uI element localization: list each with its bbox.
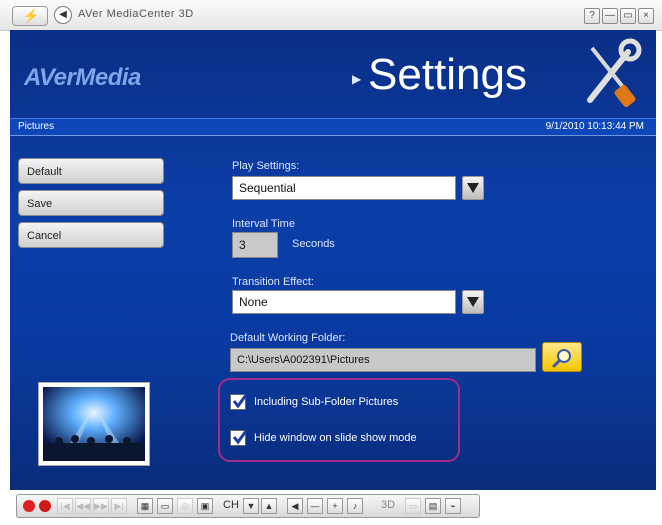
control-bar: |◀ ◀◀ ▶▶ ▶| ▦ ▭ ◎ ▣ CH ▼ ▲ ◀ — + ♪ 3D ▭ … — [10, 490, 656, 525]
back-button[interactable]: ◀ — [54, 6, 72, 24]
volume-up-button[interactable]: + — [327, 498, 343, 514]
window-icon[interactable]: ▭ — [157, 498, 173, 514]
prev-icon[interactable]: |◀ — [57, 498, 73, 514]
preview-thumbnail — [38, 382, 150, 466]
subfolder-label: Including Sub-Folder Pictures — [254, 396, 399, 408]
help-button[interactable]: ? — [584, 8, 600, 24]
transition-label: Transition Effect: — [232, 276, 314, 288]
display-icon[interactable]: ▭ — [405, 498, 421, 514]
cancel-button[interactable]: Cancel — [18, 222, 164, 248]
epg-icon[interactable]: ▦ — [137, 498, 153, 514]
page-title-text: Settings — [368, 50, 527, 99]
checkmark-icon — [232, 430, 248, 445]
breadcrumb-bar: Pictures 9/1/2010 10:13:44 PM — [10, 118, 656, 136]
window-titlebar: ⚡ ◀ AVer MediaCenter 3D ? — ▭ × — [0, 0, 662, 31]
interval-unit: Seconds — [292, 238, 335, 250]
hide-window-checkbox[interactable] — [230, 430, 248, 446]
folder-path-input[interactable]: C:\Users\A002391\Pictures — [230, 348, 536, 372]
speaker-icon[interactable]: ◀ — [287, 498, 303, 514]
record-icon[interactable] — [39, 500, 51, 512]
settings-panel: AVerMedia ▶ Settings Pictures 9/1/2010 1… — [10, 30, 656, 490]
audio-icon[interactable]: ♪ — [347, 498, 363, 514]
interval-label: Interval Time — [232, 218, 295, 230]
datetime-label: 9/1/2010 10:13:44 PM — [545, 121, 644, 132]
transition-select[interactable]: None — [232, 290, 456, 314]
play-settings-dropdown-button[interactable] — [462, 176, 484, 200]
brand-logo: AVerMedia — [24, 64, 141, 91]
default-button[interactable]: Default — [18, 158, 164, 184]
transition-dropdown-button[interactable] — [462, 290, 484, 314]
interval-input[interactable]: 3 — [232, 232, 278, 258]
section-label: Pictures — [18, 121, 55, 132]
save-button[interactable]: Save — [18, 190, 164, 216]
checkmark-icon — [232, 394, 248, 409]
channel-down-button[interactable]: ▼ — [243, 498, 259, 514]
camera-icon[interactable]: ▣ — [197, 498, 213, 514]
restore-button[interactable]: ▭ — [620, 8, 636, 24]
browse-folder-button[interactable] — [542, 342, 582, 372]
channel-up-button[interactable]: ▲ — [261, 498, 277, 514]
power-icon[interactable] — [23, 500, 35, 512]
play-settings-select[interactable]: Sequential — [232, 176, 456, 200]
channel-label: CH — [223, 499, 239, 511]
magnifier-icon — [552, 349, 571, 368]
options-group: Including Sub-Folder Pictures Hide windo… — [218, 378, 460, 462]
settings-icon[interactable]: ▤ — [425, 498, 441, 514]
triangle-down-icon — [467, 183, 479, 193]
rewind-icon[interactable]: ◀◀ — [75, 498, 91, 514]
title-arrow-icon: ▶ — [352, 72, 362, 86]
next-icon[interactable]: ▶| — [111, 498, 127, 514]
volume-down-button[interactable]: — — [307, 498, 323, 514]
subfolder-checkbox[interactable] — [230, 394, 248, 410]
play-settings-label: Play Settings: — [232, 160, 300, 172]
hide-window-label: Hide window on slide show mode — [254, 432, 417, 444]
folder-label: Default Working Folder: — [230, 332, 346, 344]
triangle-down-icon — [467, 297, 479, 307]
snapshot-icon[interactable]: ◎ — [177, 498, 193, 514]
page-title: ▶ Settings — [352, 50, 527, 100]
3d-mode-label[interactable]: 3D — [381, 499, 395, 511]
tools-icon — [587, 38, 642, 107]
lightning-icon: ⚡ — [23, 8, 40, 23]
minimize-button[interactable]: — — [602, 8, 618, 24]
concert-image — [43, 387, 145, 461]
window-title: AVer MediaCenter 3D — [78, 8, 194, 20]
app-menu-button[interactable]: ⚡ — [12, 6, 48, 26]
satellite-icon[interactable]: ⌁ — [445, 498, 461, 514]
media-controls: |◀ ◀◀ ▶▶ ▶| ▦ ▭ ◎ ▣ CH ▼ ▲ ◀ — + ♪ 3D ▭ … — [16, 494, 480, 518]
close-button[interactable]: × — [638, 8, 654, 24]
forward-icon[interactable]: ▶▶ — [93, 498, 109, 514]
